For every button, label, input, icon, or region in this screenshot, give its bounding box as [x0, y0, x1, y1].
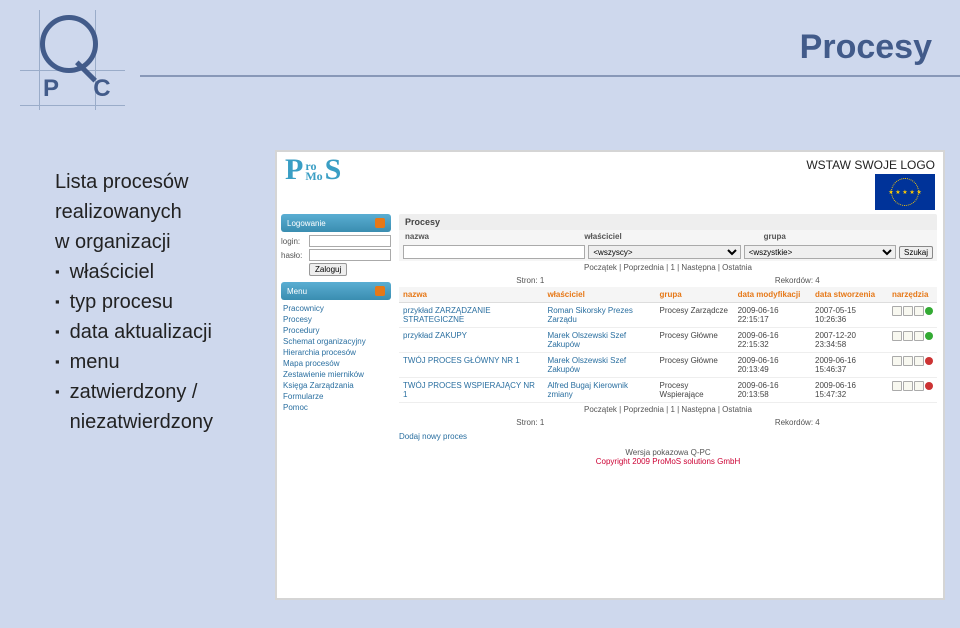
- promos-logo: P ro Mo S: [285, 158, 341, 182]
- login-input[interactable]: [309, 235, 391, 247]
- menu-item[interactable]: Księga Zarządzania: [281, 380, 391, 391]
- table-header[interactable]: właściciel: [543, 287, 655, 303]
- pager-stron: Stron: 1: [516, 276, 544, 285]
- process-link[interactable]: przykład ZAKUPY: [403, 331, 467, 340]
- bullet-item: właściciel: [55, 257, 255, 287]
- add-process-link[interactable]: Dodaj nowy proces: [399, 429, 467, 444]
- search-nazwa-input[interactable]: [403, 245, 585, 259]
- bullets-heading-line3: w organizacji: [55, 227, 255, 257]
- login-label: login:: [281, 237, 309, 246]
- tool-icon[interactable]: [892, 381, 902, 391]
- bullets-heading-line1: Lista procesów: [55, 167, 255, 197]
- search-grupa-select[interactable]: <wszystkie>: [744, 245, 896, 259]
- menu-item[interactable]: Mapa procesów: [281, 358, 391, 369]
- password-input[interactable]: [309, 249, 391, 261]
- process-link[interactable]: przykład ZARZĄDZANIE STRATEGICZNE: [403, 306, 491, 324]
- bullets-heading-line2: realizowanych: [55, 197, 255, 227]
- bullet-item: typ procesu: [55, 287, 255, 317]
- tool-icon[interactable]: [903, 331, 913, 341]
- footer-copyright: Copyright 2009 ProMoS solutions GmbH: [403, 457, 933, 466]
- collapse-icon[interactable]: [375, 286, 385, 296]
- bullet-item: data aktualizacji: [55, 317, 255, 347]
- login-button[interactable]: Zaloguj: [309, 263, 347, 276]
- table-header[interactable]: grupa: [656, 287, 734, 303]
- header-placeholder-text: WSTAW SWOJE LOGO: [806, 158, 935, 172]
- pager-nav-bottom[interactable]: Początek | Poprzednia | 1 | Następna | O…: [584, 405, 752, 414]
- status-unapproved-icon: [925, 382, 933, 390]
- eu-flag-icon: [875, 174, 935, 210]
- table-row: przykład ZARZĄDZANIE STRATEGICZNE Roman S…: [399, 303, 937, 328]
- title-underline: [140, 75, 960, 77]
- table-row: TWÓJ PROCES WSPIERAJĄCY NR 1 Alfred Bugaj…: [399, 378, 937, 403]
- status-unapproved-icon: [925, 357, 933, 365]
- col-nazwa-label: nazwa: [399, 230, 578, 243]
- slide-bullets: Lista procesów realizowanych w organizac…: [55, 167, 255, 437]
- tool-icon[interactable]: [903, 306, 913, 316]
- app-screenshot: P ro Mo S WSTAW SWOJE LOGO Logowanie log…: [275, 150, 945, 600]
- table-header[interactable]: nazwa: [399, 287, 543, 303]
- tool-icon[interactable]: [914, 306, 924, 316]
- menu-item[interactable]: Procesy: [281, 314, 391, 325]
- search-button[interactable]: Szukaj: [899, 246, 933, 259]
- tool-icon[interactable]: [903, 356, 913, 366]
- table-header[interactable]: narzędzia: [888, 287, 937, 303]
- table-header[interactable]: data modyfikacji: [734, 287, 811, 303]
- owner-link[interactable]: Marek Olszewski Szef Zakupów: [547, 331, 626, 349]
- tool-icon[interactable]: [892, 356, 902, 366]
- menu-section-header: Menu: [281, 282, 391, 300]
- pager-rekordow: Rekordów: 4: [775, 276, 820, 285]
- owner-link[interactable]: Roman Sikorsky Prezes Zarządu: [547, 306, 632, 324]
- footer-version: Wersja pokazowa Q-PC: [403, 448, 933, 457]
- pager-nav[interactable]: Początek | Poprzednia | 1 | Następna | O…: [584, 263, 752, 272]
- tool-icon[interactable]: [892, 306, 902, 316]
- menu-item[interactable]: Pracownicy: [281, 303, 391, 314]
- col-wlasciciel-label: właściciel: [578, 230, 757, 243]
- menu-item[interactable]: Procedury: [281, 325, 391, 336]
- table-row: przykład ZAKUPY Marek Olszewski Szef Zaku…: [399, 328, 937, 353]
- tool-icon[interactable]: [914, 331, 924, 341]
- tool-icon[interactable]: [892, 331, 902, 341]
- menu-list: PracownicyProcesyProcedurySchemat organi…: [281, 303, 391, 413]
- bullet-item: zatwierdzony / niezatwierdzony: [55, 377, 255, 437]
- tool-icon[interactable]: [903, 381, 913, 391]
- table-header[interactable]: data stworzenia: [811, 287, 888, 303]
- pager-stron-bottom: Stron: 1: [516, 418, 544, 427]
- menu-item[interactable]: Hierarchia procesów: [281, 347, 391, 358]
- pager-rekordow-bottom: Rekordów: 4: [775, 418, 820, 427]
- brand-logo: P C: [15, 10, 125, 115]
- owner-link[interactable]: Alfred Bugaj Kierownik zmiany: [547, 381, 627, 399]
- status-approved-icon: [925, 332, 933, 340]
- table-row: TWÓJ PROCES GŁÓWNY NR 1 Marek Olszewski S…: [399, 353, 937, 378]
- logo-q-icon: [40, 15, 98, 73]
- menu-item[interactable]: Zestawienie mierników: [281, 369, 391, 380]
- tool-icon[interactable]: [914, 381, 924, 391]
- col-grupa-label: grupa: [758, 230, 937, 243]
- section-title: Procesy: [399, 214, 937, 230]
- logo-pc-text: P C: [43, 75, 125, 103]
- collapse-icon[interactable]: [375, 218, 385, 228]
- password-label: hasło:: [281, 251, 309, 260]
- process-table: nazwawłaścicielgrupadata modyfikacjidata…: [399, 287, 937, 403]
- bullet-item: menu: [55, 347, 255, 377]
- search-wlasciciel-select[interactable]: <wszyscy>: [588, 245, 740, 259]
- login-section-header: Logowanie: [281, 214, 391, 232]
- owner-link[interactable]: Marek Olszewski Szef Zakupów: [547, 356, 626, 374]
- status-approved-icon: [925, 307, 933, 315]
- process-link[interactable]: TWÓJ PROCES WSPIERAJĄCY NR 1: [403, 381, 535, 399]
- menu-item[interactable]: Pomoc: [281, 402, 391, 413]
- menu-item[interactable]: Schemat organizacyjny: [281, 336, 391, 347]
- menu-item[interactable]: Formularze: [281, 391, 391, 402]
- tool-icon[interactable]: [914, 356, 924, 366]
- page-title: Procesy: [800, 28, 932, 67]
- process-link[interactable]: TWÓJ PROCES GŁÓWNY NR 1: [403, 356, 520, 365]
